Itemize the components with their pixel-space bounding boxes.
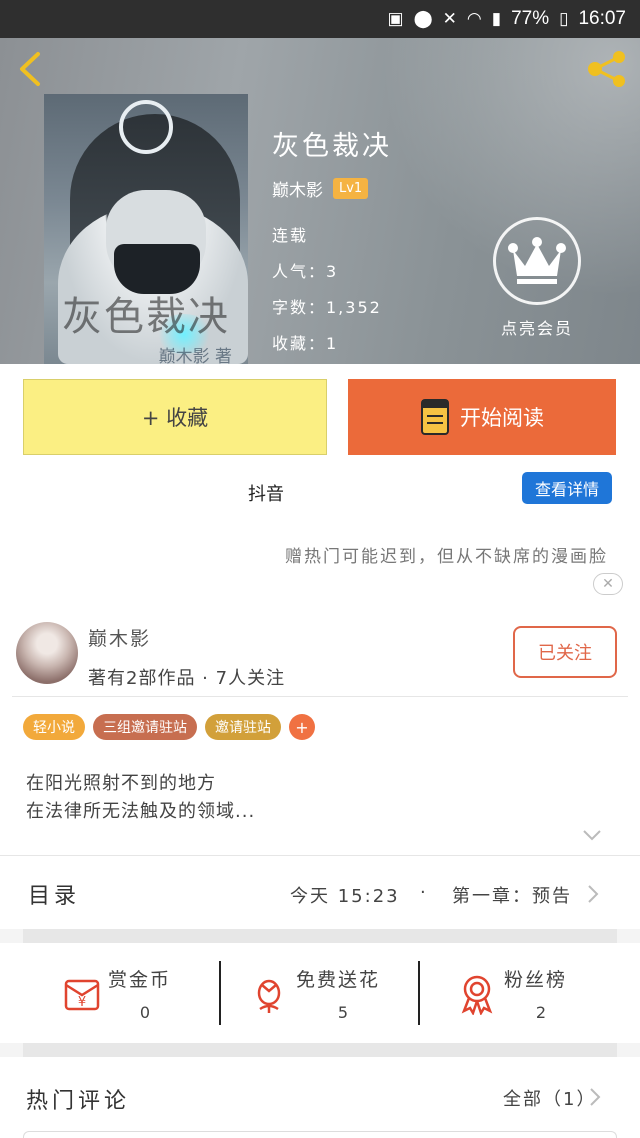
favorite-count: 收藏：1	[272, 334, 339, 353]
tag-light-novel[interactable]: 轻小说	[23, 714, 85, 740]
book-cover[interactable]: 灰色裁决 巅木影 著	[44, 94, 248, 364]
read-label: 开始阅读	[460, 406, 544, 430]
comment-card[interactable]	[23, 1131, 617, 1138]
divider	[418, 961, 420, 1025]
popularity: 人气：3	[272, 262, 339, 281]
tag-invite[interactable]: 邀请驻站	[205, 714, 281, 740]
author-stats: 著有2部作品 · 7人关注	[88, 668, 286, 689]
reward-coins-count: 0	[139, 1003, 151, 1022]
level-badge: Lv1	[333, 178, 369, 199]
book-description: 在阳光照射不到的地方 在法律所无法触及的领域...	[26, 770, 255, 826]
chevron-right-icon	[588, 885, 599, 903]
catalog-row[interactable]: 目录 今天 15:23 · 第一章：预告	[0, 855, 640, 929]
author-card: 巅木影 著有2部作品 · 7人关注 已关注 轻小说 三组邀请驻站 邀请驻站 + …	[0, 610, 640, 855]
divider	[219, 961, 221, 1025]
reward-coins-label: 赏金币	[108, 969, 172, 991]
location-icon: ⬤	[413, 9, 433, 28]
separator-dot: ·	[420, 882, 426, 903]
description-line: 在法律所无法触及的领域...	[26, 801, 256, 822]
all-comments-link[interactable]: 全部（1）	[503, 1085, 596, 1111]
stats-row: ¥ 赏金币 0 免费送花 5 粉丝榜 2	[0, 943, 640, 1043]
promo-text[interactable]: 赠热门可能迟到，但从不缺席的漫画脸	[285, 542, 608, 567]
battery-icon: ▯	[559, 9, 569, 28]
cover-title-text: 灰色裁决	[62, 294, 230, 340]
serial-status: 连载	[272, 226, 309, 245]
section-gap	[23, 1043, 617, 1057]
svg-text:¥: ¥	[78, 995, 86, 1010]
share-button[interactable]	[586, 50, 628, 88]
tag-group-invite[interactable]: 三组邀请驻站	[93, 714, 197, 740]
book-icon	[421, 399, 449, 435]
catalog-label: 目录	[28, 884, 81, 909]
vip-label: 点亮会员	[500, 319, 573, 338]
tag-section: 抖音 查看详情 赠热门可能迟到，但从不缺席的漫画脸 ✕	[0, 460, 640, 610]
close-icon[interactable]: ✕	[593, 573, 623, 595]
hot-comments-section: 热门评论 全部（1）	[0, 1057, 640, 1138]
tag-list: 轻小说 三组邀请驻站 邀请驻站 +	[23, 714, 315, 740]
author-name[interactable]: 巅木影	[88, 624, 151, 651]
description-line: 在阳光照射不到的地方	[26, 773, 216, 794]
cover-author-text: 巅木影 著	[158, 347, 232, 364]
share-icon	[588, 51, 625, 87]
fan-ranking-count: 2	[535, 1003, 547, 1022]
hot-comments-title: 热门评论	[26, 1089, 131, 1114]
signal-icon: ▮	[491, 9, 502, 28]
sim-icon: ▣	[387, 9, 404, 28]
add-tag-button[interactable]: +	[289, 714, 315, 740]
divider	[12, 696, 628, 697]
vip-button[interactable]: 点亮会员	[492, 217, 582, 339]
book-author[interactable]: 巅木影	[272, 176, 323, 201]
action-bar: + 收藏 开始阅读	[0, 364, 640, 460]
crown-icon	[508, 237, 566, 284]
clock: 16:07	[578, 8, 626, 29]
collect-button[interactable]: + 收藏	[23, 379, 327, 455]
fan-ranking-label: 粉丝榜	[504, 969, 568, 991]
view-detail-button[interactable]: 查看详情	[522, 472, 612, 504]
start-reading-button[interactable]: 开始阅读	[348, 379, 616, 455]
latest-chapter: 第一章：预告	[452, 886, 572, 907]
free-flower-count: 5	[337, 1003, 349, 1022]
free-flower-label: 免费送花	[296, 969, 381, 991]
mute-icon: ✕	[442, 9, 457, 28]
avatar[interactable]	[16, 622, 78, 684]
book-title: 灰色裁决	[272, 131, 392, 162]
section-gap	[23, 929, 617, 943]
back-arrow-icon	[20, 52, 40, 86]
chevron-right-icon[interactable]	[589, 1087, 601, 1107]
update-time: 今天 15:23	[290, 886, 400, 907]
wifi-icon: ◠	[466, 9, 482, 28]
collect-label: + 收藏	[141, 406, 209, 430]
word-count: 字数：1,352	[272, 298, 382, 317]
battery-percent: 77%	[511, 8, 550, 29]
follow-button[interactable]: 已关注	[513, 626, 617, 678]
status-bar: ▣ ⬤ ✕ ◠ ▮ 77% ▯ 16:07	[0, 0, 640, 38]
back-button[interactable]	[14, 50, 50, 88]
book-header: 灰色裁决 巅木影 著 灰色裁决 巅木影 Lv1 连载 人气：3 字数：1,352…	[0, 38, 640, 364]
platform-tag: 抖音	[248, 484, 284, 505]
chevron-down-icon[interactable]	[582, 828, 602, 842]
